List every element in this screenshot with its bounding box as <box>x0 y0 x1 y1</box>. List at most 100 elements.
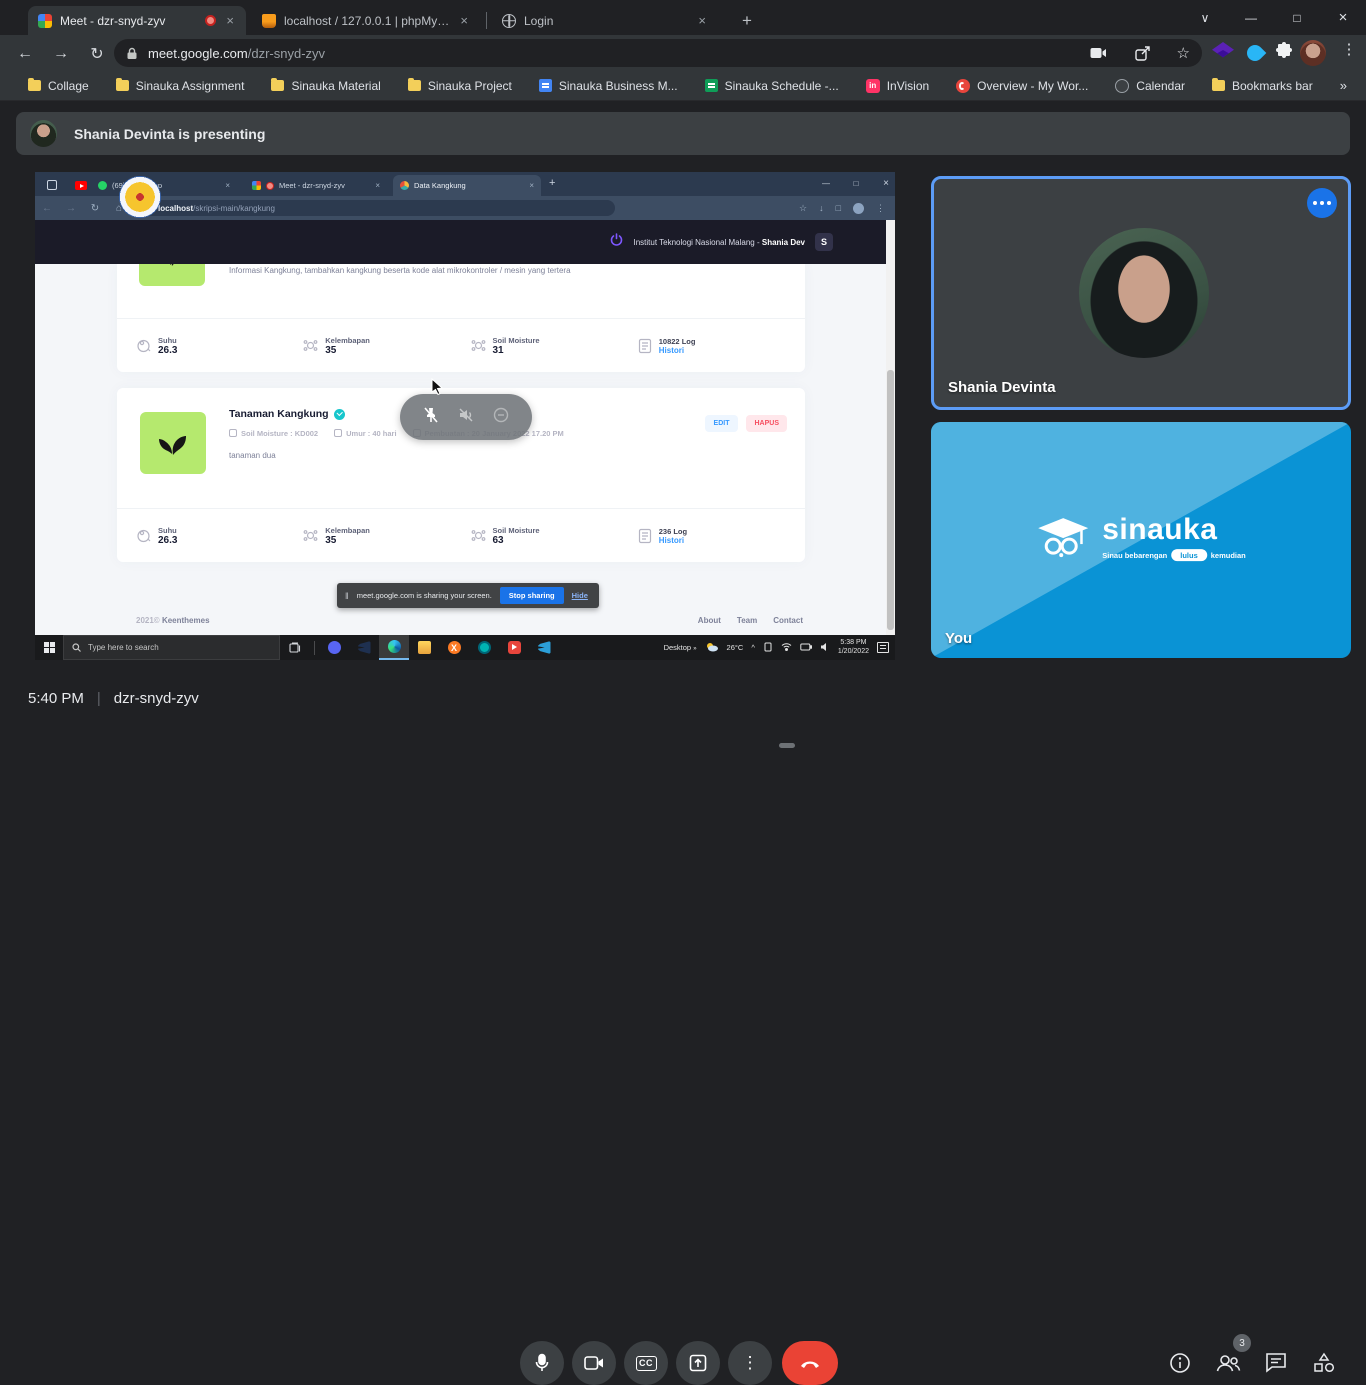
reload-icon[interactable]: ↻ <box>84 41 110 67</box>
power-icon <box>610 233 623 251</box>
tab-label: Data Kangkung <box>414 181 524 190</box>
close-tab-icon[interactable]: × <box>696 13 708 28</box>
bookmark-label: Sinauka Material <box>291 79 380 93</box>
taskbar-red-app-icon[interactable] <box>499 635 529 660</box>
tab-grid-icon <box>47 180 57 190</box>
footer-link-about[interactable]: About <box>698 616 721 625</box>
tray-expand-icon[interactable]: ^ <box>751 643 755 652</box>
mute-icon <box>457 406 475 429</box>
camera-button[interactable] <box>572 1341 616 1385</box>
bookmark-business[interactable]: Sinauka Business M... <box>539 79 678 93</box>
extensions-puzzle-icon[interactable] <box>1274 42 1296 64</box>
tab-login[interactable]: Login × <box>492 6 718 35</box>
soil-icon <box>471 528 486 543</box>
browser-menu-icon[interactable]: ⋮ <box>1338 40 1360 62</box>
hide-link[interactable]: Hide <box>572 591 588 600</box>
participants-button[interactable] <box>1215 1350 1241 1376</box>
extension-drop-icon[interactable] <box>1244 42 1266 64</box>
log-count: 10822 Log <box>659 337 696 346</box>
stop-sharing-button[interactable]: Stop sharing <box>500 587 564 604</box>
bookmark-overview[interactable]: Overview - My Wor... <box>956 79 1088 93</box>
task-view-icon[interactable] <box>280 642 310 654</box>
video-tile-you[interactable]: sinauka Sinau bebarengan lulus kemudian … <box>931 422 1351 658</box>
bookmark-bookmarks-bar[interactable]: Bookmarks bar <box>1212 79 1313 93</box>
bookmark-material[interactable]: Sinauka Material <box>271 79 380 93</box>
microphone-button[interactable] <box>520 1341 564 1385</box>
bookmark-collage[interactable]: Collage <box>28 79 89 93</box>
sinauka-logo: sinauka Sinau bebarengan lulus kemudian <box>1036 514 1246 562</box>
taskbar-clock[interactable]: 5:38 PM1/20/2022 <box>838 639 869 657</box>
profile-avatar[interactable] <box>1300 40 1326 66</box>
tile-more-options-button[interactable] <box>1307 188 1337 218</box>
stat-value: 26.3 <box>158 535 177 546</box>
taskbar-teal-app-icon[interactable] <box>469 635 499 660</box>
delete-button[interactable]: HAPUS <box>746 415 787 432</box>
bookmark-project[interactable]: Sinauka Project <box>408 79 512 93</box>
start-button[interactable] <box>35 642 63 653</box>
bookmark-label: Sinauka Project <box>428 79 512 93</box>
taskbar-vscode-dark-icon[interactable] <box>349 635 379 660</box>
scrollbar-thumb[interactable] <box>887 370 894 630</box>
forward-icon[interactable]: → <box>48 41 74 67</box>
camera-in-use-icon[interactable] <box>1090 47 1107 59</box>
captions-button[interactable]: CC <box>624 1341 668 1385</box>
taskbar-xampp-icon[interactable]: X <box>439 635 469 660</box>
sheets-icon <box>705 79 718 92</box>
histori-link[interactable]: Histori <box>659 346 696 355</box>
search-icon <box>72 643 81 652</box>
chat-button[interactable] <box>1263 1350 1289 1376</box>
window-maximize-button[interactable]: □ <box>1275 0 1319 35</box>
tab-phpmyadmin[interactable]: localhost / 127.0.0.1 | phpMyAdm × <box>252 6 480 35</box>
present-button[interactable] <box>676 1341 720 1385</box>
kangkung-favicon <box>400 181 409 190</box>
bookmark-calendar[interactable]: Calendar <box>1115 79 1185 93</box>
close-tab-icon[interactable]: × <box>224 13 236 28</box>
taskbar-search-input[interactable]: Type here to search <box>63 635 280 660</box>
share-icon[interactable] <box>1135 46 1151 61</box>
back-icon[interactable]: ← <box>12 41 38 67</box>
leave-call-button[interactable] <box>782 1341 838 1385</box>
globe-favicon <box>502 14 516 28</box>
meeting-details-button[interactable] <box>1167 1350 1193 1376</box>
address-bar[interactable]: meet.google.com /dzr-snyd-zyv ☆ <box>114 39 1202 67</box>
taskbar-discord-icon[interactable] <box>319 635 349 660</box>
bookmark-invision[interactable]: inInVision <box>866 79 929 93</box>
inner-minimize-icon: — <box>813 172 839 194</box>
more-options-button[interactable]: ⋮ <box>728 1341 772 1385</box>
plant-note: tanaman dua <box>229 451 276 460</box>
drag-grip-icon[interactable]: ‖ <box>345 591 349 601</box>
taskbar-explorer-icon[interactable] <box>409 635 439 660</box>
edit-button[interactable]: EDIT <box>705 415 739 432</box>
video-tile-presenter[interactable]: Shania Devinta <box>931 176 1351 410</box>
desktop-toolbar-label[interactable]: Desktop » <box>664 643 697 652</box>
action-center-icon[interactable] <box>877 642 889 653</box>
weather-icon <box>705 642 719 654</box>
stat-soil-moisture: Soil Moisture63 <box>471 526 638 546</box>
stat-label: Soil Moisture <box>493 336 540 345</box>
activities-button[interactable] <box>1311 1350 1337 1376</box>
tab-label: Meet - dzr-snyd-zyv <box>60 14 197 28</box>
document-icon <box>638 338 652 354</box>
bookmark-star-icon[interactable]: ☆ <box>1177 44 1190 62</box>
document-icon <box>638 528 652 544</box>
inner-close-icon: × <box>873 172 895 194</box>
bookmark-schedule[interactable]: Sinauka Schedule -... <box>705 79 839 93</box>
unpin-icon <box>422 406 440 429</box>
close-tab-icon[interactable]: × <box>458 13 470 28</box>
tab-meet[interactable]: Meet - dzr-snyd-zyv × <box>28 6 246 35</box>
scrollbar-track[interactable] <box>886 220 895 635</box>
shared-screen-presentation[interactable]: (69) WhatsApp × Meet - dzr-snyd-zyv × Da… <box>35 172 895 660</box>
taskbar-edge-icon[interactable] <box>379 635 409 660</box>
window-minimize-button[interactable]: — <box>1229 0 1273 35</box>
histori-link[interactable]: Histori <box>659 536 687 545</box>
footer-link-team[interactable]: Team <box>737 616 757 625</box>
bookmark-assignment[interactable]: Sinauka Assignment <box>116 79 245 93</box>
youtube-favicon <box>75 181 87 190</box>
taskbar-vscode-blue-icon[interactable] <box>529 635 559 660</box>
bookmark-label: Calendar <box>1136 79 1185 93</box>
tab-search-chevron-icon[interactable]: ∨ <box>1183 0 1227 35</box>
footer-link-contact[interactable]: Contact <box>773 616 803 625</box>
bookmarks-overflow-icon[interactable]: » <box>1340 78 1347 93</box>
new-tab-button[interactable]: + <box>734 8 760 34</box>
window-close-button[interactable]: × <box>1321 0 1365 35</box>
